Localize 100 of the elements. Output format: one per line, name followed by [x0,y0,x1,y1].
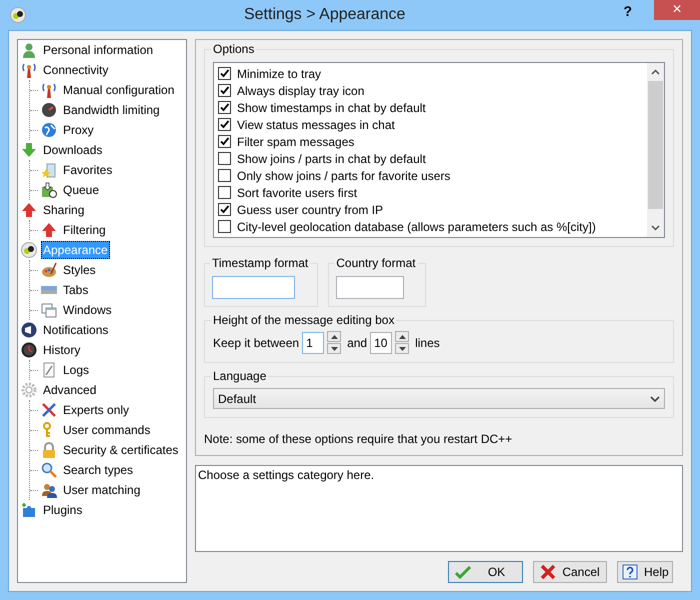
option-label: View status messages in chat [237,118,395,132]
group-title: Options [212,42,256,56]
tree-item[interactable]: History [41,341,82,359]
checkbox[interactable] [218,118,231,131]
antenna-icon [41,82,57,98]
tree-item[interactable]: Connectivity [41,61,110,79]
check-icon [455,564,471,580]
description-box: Choose a settings category here. [195,465,683,552]
tree-item[interactable]: User matching [61,481,142,499]
option-label: City-level geolocation database (allows parameters such as %[city]) [237,220,596,234]
down-triangle-icon [398,346,406,350]
tree-item[interactable]: Proxy [61,121,96,139]
group-title: Timestamp format [211,256,310,270]
checkbox[interactable] [218,186,231,199]
checkbox[interactable] [218,84,231,97]
tree-item[interactable]: Advanced [41,381,98,399]
gauge-icon [41,102,57,118]
option-label: Guess user country from IP [237,202,384,216]
group-title: Height of the message editing box [212,313,396,327]
help-button[interactable]: ? [623,3,632,19]
help-button[interactable]: Help [617,561,673,583]
cancel-button[interactable]: Cancel [533,561,607,583]
tree-item[interactable]: Manual configuration [61,81,176,99]
tree-item[interactable]: Favorites [61,161,114,179]
option-label: Filter spam messages [237,134,354,148]
users-icon [41,482,57,498]
group-title: Country format [335,256,417,270]
option-label: Minimize to tray [237,66,322,80]
tree-item[interactable]: Search types [61,461,136,479]
spin-up-button[interactable] [395,331,410,342]
window-title: Settings > Appearance [242,6,406,24]
tree-item[interactable]: Downloads [41,141,104,159]
spin-down-button[interactable] [395,343,410,354]
note-text: Note: some of these options require that you restart DC++ [204,432,514,446]
tree-item[interactable]: Filtering [61,221,108,239]
down-triangle-icon [330,346,338,350]
up-arrow-icon [21,202,37,218]
close-button[interactable]: × [654,0,700,20]
input-field[interactable] [212,276,295,299]
tree-item[interactable]: Windows [61,301,114,319]
tree-item[interactable]: User commands [61,421,152,439]
tree-item[interactable]: Bandwidth limiting [61,101,162,119]
tree-item[interactable]: Personal information [41,41,156,59]
checkbox[interactable] [218,203,231,216]
up-triangle-icon [330,334,338,338]
lock-icon [41,442,57,458]
spin-field[interactable]: 1 [302,332,324,354]
search-icon [41,462,57,478]
spin-up-button[interactable] [327,331,342,342]
star-folder-icon [41,162,57,178]
tree-item[interactable]: Tabs [61,281,90,299]
field-label: lines [415,336,440,350]
group-title: Language [212,369,268,383]
cross-icon [540,564,556,580]
palette-icon [41,262,57,278]
tree-item[interactable]: Logs [61,361,92,379]
globe-icon [41,122,57,138]
tools-icon [41,402,57,418]
antenna-icon [21,62,37,78]
tree-item[interactable]: Notifications [41,321,110,339]
tree-item[interactable]: Styles [61,261,98,279]
checkbox[interactable] [218,135,231,148]
tree-item[interactable]: Experts only [61,401,132,419]
up-triangle-icon [398,334,406,338]
chevron-down-icon [650,396,660,402]
tree-item[interactable]: Sharing [41,201,86,219]
windows-icon [41,302,57,318]
gear-icon [21,382,37,398]
checkbox[interactable] [218,67,231,80]
field-label: Keep it between [213,336,300,350]
tree-item[interactable]: Plugins [41,501,84,519]
option-label: Sort favorite users first [237,186,358,200]
input-field[interactable] [336,276,404,299]
spin-field[interactable]: 10 [370,332,392,354]
tree-item[interactable]: Queue [61,181,102,199]
puzzle-icon [21,502,37,518]
up-arrow-icon [41,222,57,238]
scrollbar[interactable] [647,63,664,237]
scroll-up-icon[interactable] [651,69,660,75]
megaphone-icon [21,322,37,338]
help-icon [622,564,638,580]
language-dropdown[interactable]: Default [213,388,665,409]
option-label: Only show joins / parts for favorite users [237,168,450,182]
spin-down-button[interactable] [327,343,342,354]
checkbox[interactable] [218,101,231,114]
tree-item[interactable]: Security & certificates [61,441,180,459]
document-icon [41,362,57,378]
scroll-down-icon[interactable] [651,225,660,231]
field-label: and [347,336,368,350]
person-icon [21,42,37,58]
option-label: Show joins / parts in chat by default [237,152,426,166]
down-arrow-icon [21,142,37,158]
scrollbar-thumb[interactable] [648,81,663,209]
checkbox[interactable] [218,220,231,233]
option-label: Show timestamps in chat by default [237,100,426,114]
option-label: Always display tray icon [237,84,364,98]
ok-button[interactable]: OK [448,561,523,583]
clock-icon [21,342,37,358]
checkbox[interactable] [218,169,231,182]
checkbox[interactable] [218,152,231,165]
